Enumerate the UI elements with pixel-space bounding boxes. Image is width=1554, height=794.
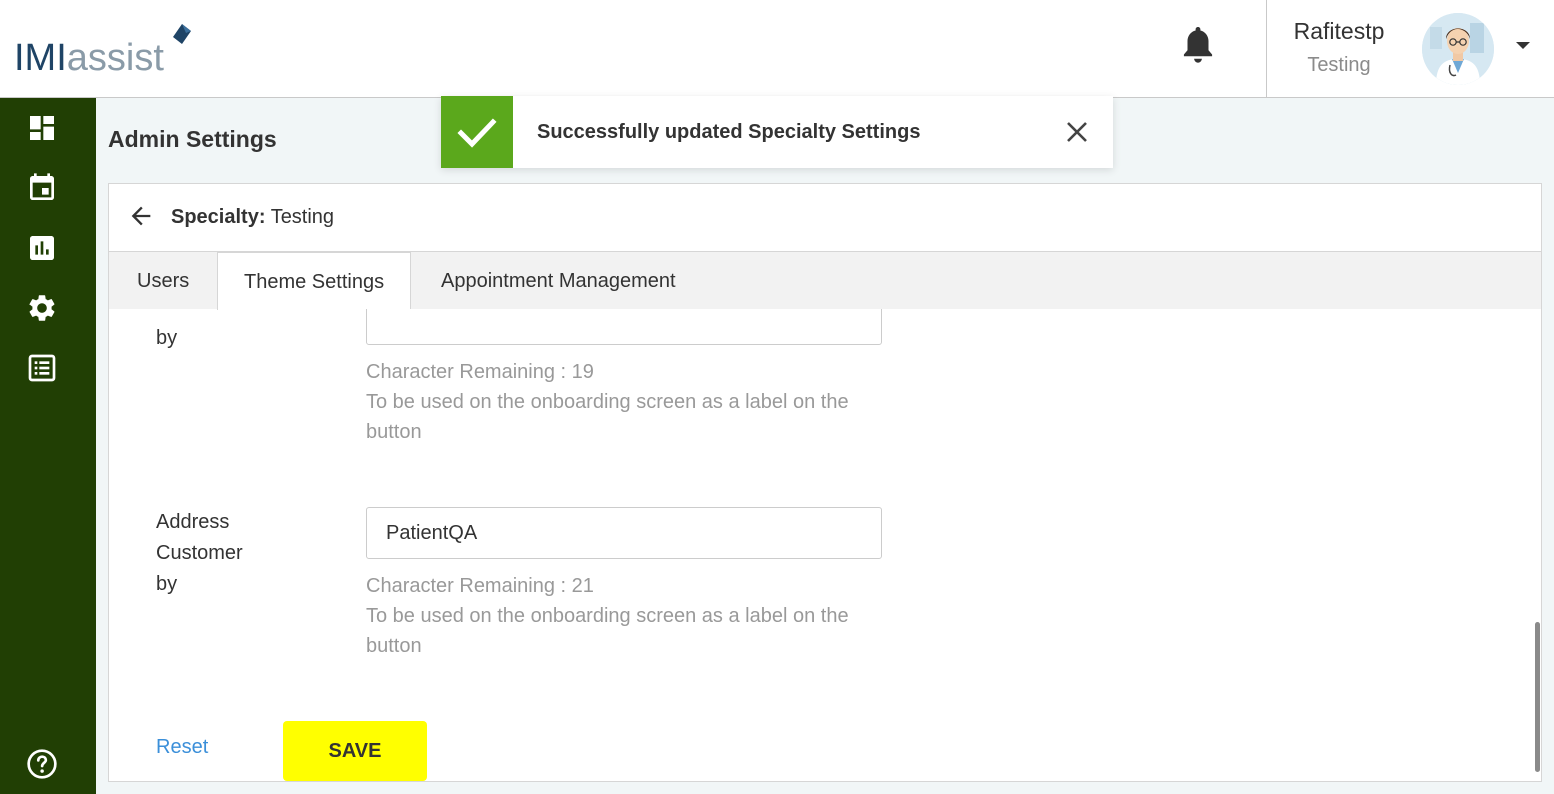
user-menu-caret-icon[interactable] (1516, 42, 1530, 49)
scrollbar-thumb[interactable] (1535, 622, 1540, 772)
specialty-label: Specialty: (171, 206, 266, 228)
specialty-value: Testing (270, 206, 335, 228)
field1-hint: To be used on the onboarding screen as a… (366, 387, 886, 447)
header-divider (1266, 0, 1267, 98)
toast-status-box (441, 96, 513, 168)
page-title: Admin Settings (108, 126, 277, 152)
tab-users[interactable]: Users (111, 252, 215, 309)
specialty-breadcrumb: Specialty: Testing (171, 206, 334, 229)
list-icon[interactable] (26, 352, 58, 384)
bar-chart-icon[interactable] (26, 232, 58, 264)
sidebar (0, 98, 96, 794)
settings-card: Specialty: Testing Users Theme Settings … (108, 183, 1542, 782)
top-header: IMIassist Rafitestp Testing (0, 0, 1554, 98)
address-customer-input[interactable]: PatientQA (366, 507, 882, 559)
logo-imi-text: IMI (14, 37, 67, 79)
field2-label: Address Customer by (156, 507, 243, 600)
field2-remaining: Character Remaining : 21 (366, 575, 594, 597)
field1-hint-line1: To be used on the onboarding screen as a… (366, 391, 849, 413)
field2-label-line1: Address (156, 511, 230, 533)
success-toast: Successfully updated Specialty Settings (441, 96, 1113, 168)
tabs-bar: Users Theme Settings Appointment Managem… (109, 251, 1541, 310)
reset-link[interactable]: Reset (156, 736, 208, 759)
logo-pen-icon (173, 24, 191, 44)
notification-bell-icon[interactable] (1180, 24, 1216, 66)
field2-hint-line2: button (366, 635, 422, 657)
field1-input[interactable] (366, 309, 882, 345)
tab-theme-settings[interactable]: Theme Settings (217, 252, 412, 310)
gear-icon[interactable] (26, 292, 58, 324)
checkmark-icon (457, 118, 497, 148)
close-icon[interactable] (1065, 120, 1089, 144)
field2-hint-line1: To be used on the onboarding screen as a… (366, 605, 849, 627)
save-button[interactable]: SAVE (283, 721, 427, 781)
field1-hint-line2: button (366, 421, 422, 443)
back-arrow-icon[interactable] (127, 202, 155, 230)
avatar[interactable] (1422, 13, 1494, 85)
field2-hint: To be used on the onboarding screen as a… (366, 601, 886, 661)
user-name[interactable]: Rafitestp (1278, 18, 1400, 45)
toast-message: Successfully updated Specialty Settings (537, 121, 921, 143)
doctor-avatar-icon (1422, 13, 1494, 85)
field2-label-line3: by (156, 573, 178, 595)
field1-label: by (156, 327, 178, 349)
imiassist-logo[interactable]: IMIassist (14, 36, 164, 80)
field1-remaining: Character Remaining : 19 (366, 361, 594, 383)
calendar-icon[interactable] (26, 172, 58, 204)
logo-assist-text: assist (66, 37, 164, 79)
tab-content: by Character Remaining : 19 To be used o… (109, 309, 1541, 781)
field2-label-line2: Customer (156, 542, 243, 564)
help-icon[interactable] (26, 748, 58, 780)
dashboard-icon[interactable] (26, 112, 58, 144)
user-role: Testing (1307, 54, 1371, 76)
tab-appointment-management[interactable]: Appointment Management (415, 252, 702, 309)
